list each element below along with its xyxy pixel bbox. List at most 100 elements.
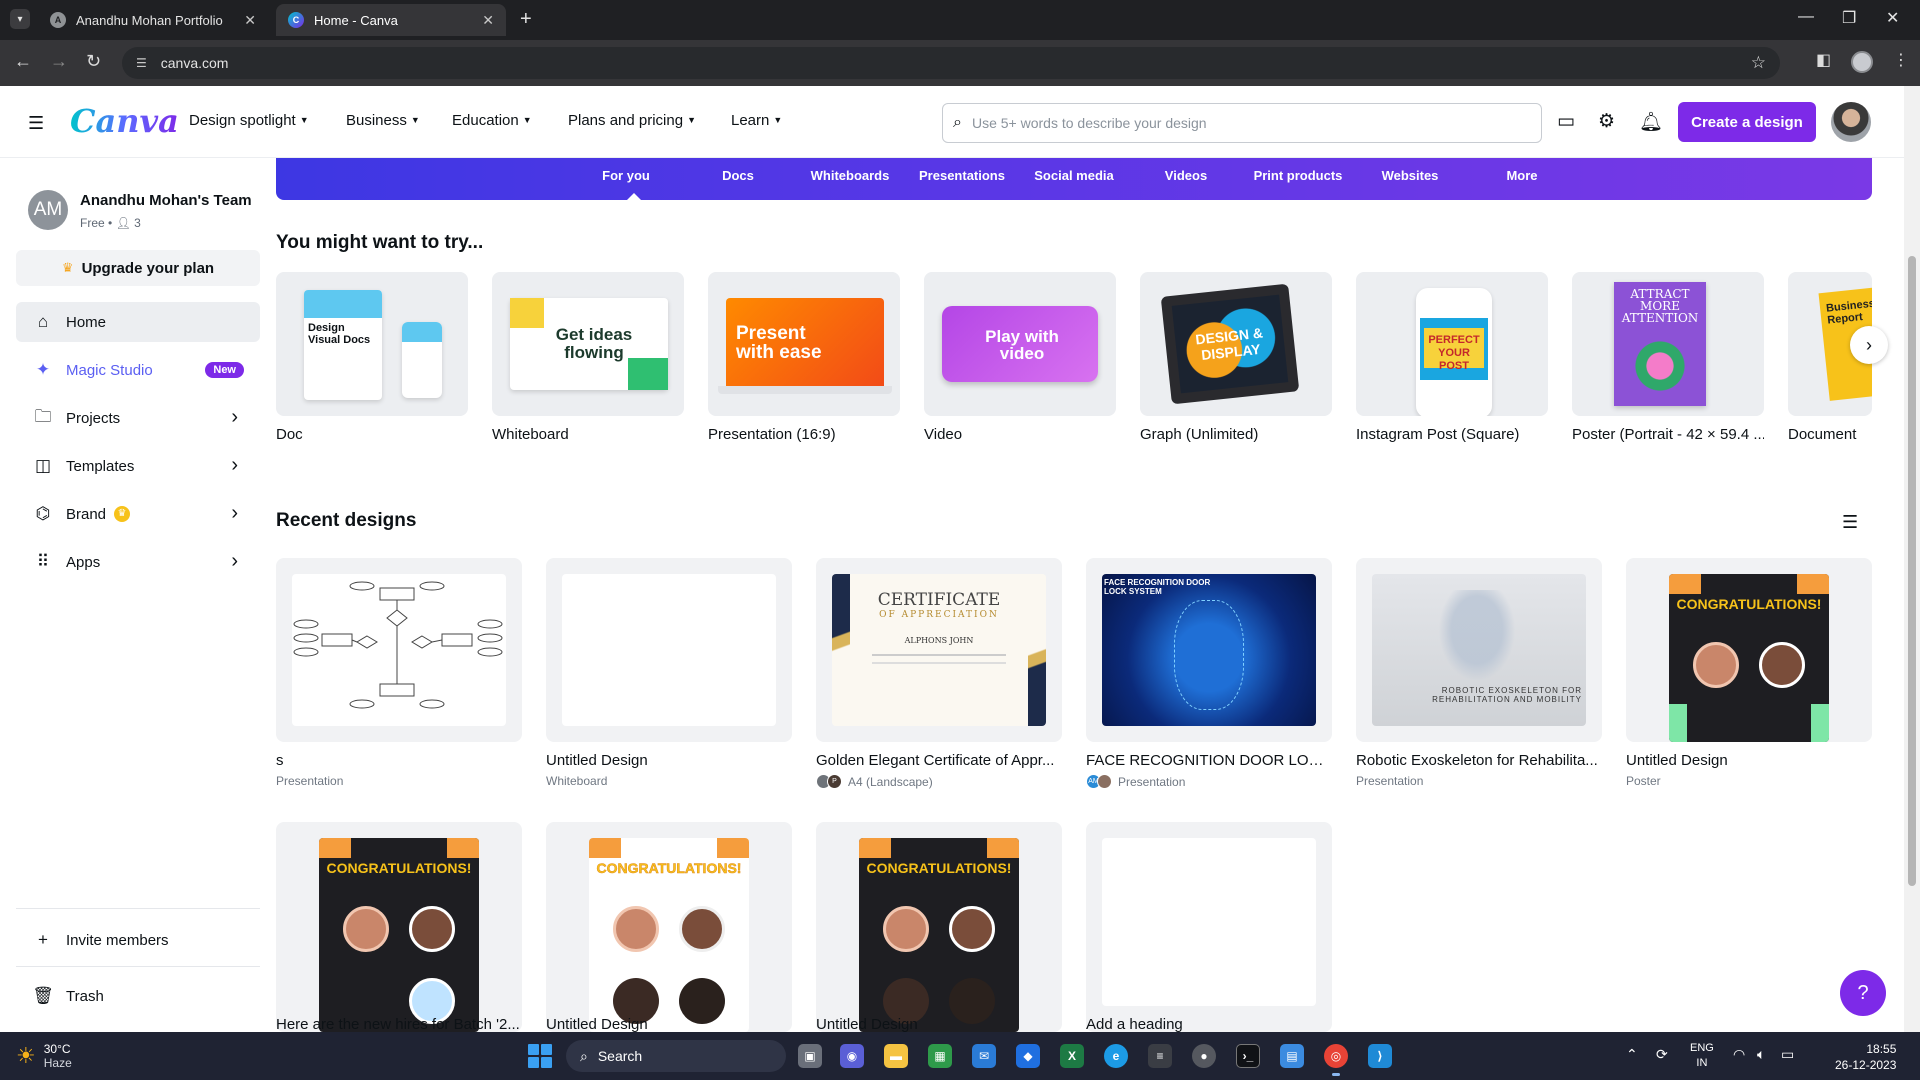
menu-icon[interactable]: ☰ (28, 113, 44, 134)
try-label-video[interactable]: Video (924, 426, 1116, 443)
desktop-app-icon[interactable]: ▭ (1557, 110, 1575, 133)
design-search-input[interactable] (971, 115, 1492, 131)
sidebar-item-apps[interactable]: ⠿ Apps › (16, 542, 260, 582)
nav-business[interactable]: Business ▼ (346, 112, 420, 129)
terminal-icon[interactable]: ›_ (1236, 1044, 1260, 1068)
terminal-lines-icon[interactable]: ≡ (1148, 1044, 1172, 1068)
try-label-graph[interactable]: Graph (Unlimited) (1140, 426, 1332, 443)
design-title[interactable]: s (276, 752, 522, 769)
design-card[interactable] (1086, 822, 1332, 1032)
tab-print-products[interactable]: Print products (1254, 168, 1343, 183)
task-view-icon[interactable]: ▣ (798, 1044, 822, 1068)
battery-icon[interactable]: ▭ (1781, 1046, 1794, 1063)
window-close-icon[interactable]: ✕ (1886, 8, 1899, 28)
design-card[interactable]: FACE RECOGNITION DOOR LOCK SYSTEM (1086, 558, 1332, 742)
mail-icon[interactable]: ✉ (972, 1044, 996, 1068)
invite-members-button[interactable]: + Invite members (16, 920, 260, 960)
design-title[interactable]: FACE RECOGNITION DOOR LOCK S... (1086, 752, 1332, 769)
reload-icon[interactable]: ↻ (86, 51, 101, 72)
carousel-next-arrow-icon[interactable]: › (1850, 326, 1888, 364)
try-label-doc[interactable]: Doc (276, 426, 468, 443)
design-card[interactable]: CONGRATULATIONS! (1626, 558, 1872, 742)
design-title[interactable]: Robotic Exoskeleton for Rehabilita... (1356, 752, 1602, 769)
team-avatar[interactable]: AM (28, 190, 68, 230)
browser-tab-portfolio[interactable]: A Anandhu Mohan Portfolio ✕ (38, 4, 268, 36)
chrome-icon[interactable]: ◎ (1324, 1044, 1348, 1076)
restore-icon[interactable]: ❐ (1842, 8, 1856, 28)
tab-social-media[interactable]: Social media (1034, 168, 1113, 183)
design-title[interactable]: Untitled Design (816, 1016, 1062, 1032)
upgrade-plan-button[interactable]: ♛ Upgrade your plan (16, 250, 260, 286)
try-label-instagram[interactable]: Instagram Post (Square) (1356, 426, 1548, 443)
trash-button[interactable]: 🗑︎ Trash (16, 976, 260, 1016)
design-card[interactable] (276, 558, 522, 742)
try-card-doc[interactable]: Design Visual Docs (276, 272, 468, 416)
sync-icon[interactable]: ⟳ (1656, 1046, 1668, 1063)
nav-design-spotlight[interactable]: Design spotlight ▼ (189, 112, 309, 129)
close-tab-icon[interactable]: ✕ (482, 12, 494, 29)
try-card-instagram[interactable]: PERFECT YOUR POST (1356, 272, 1548, 416)
try-card-poster[interactable]: ATTRACT MORE ATTENTION (1572, 272, 1764, 416)
tab-docs[interactable]: Docs (722, 168, 754, 183)
notepad-icon[interactable]: ▤ (1280, 1044, 1304, 1068)
address-bar[interactable]: ☰ canva.com ☆ (122, 47, 1780, 79)
try-card-graph[interactable]: DESIGN & DISPLAY (1140, 272, 1332, 416)
design-title[interactable]: Add a heading (1086, 1016, 1332, 1032)
store-icon[interactable]: ◆ (1016, 1044, 1040, 1068)
list-view-icon[interactable]: ☰ (1842, 512, 1858, 533)
design-card[interactable]: CONGRATULATIONS! (816, 822, 1062, 1032)
design-title[interactable]: Golden Elegant Certificate of Appr... (816, 752, 1062, 769)
sidebar-item-brand[interactable]: ⌬ Brand ♛ › (16, 494, 260, 534)
system-clock[interactable]: 18:55 26-12-2023 (1835, 1041, 1896, 1073)
design-card[interactable]: ROBOTIC EXOSKELETON FOR REHABILITATION A… (1356, 558, 1602, 742)
nav-learn[interactable]: Learn ▼ (731, 112, 782, 129)
try-label-poster[interactable]: Poster (Portrait - 42 × 59.4 ... (1572, 426, 1764, 443)
obs-icon[interactable]: ● (1192, 1044, 1216, 1068)
wifi-icon[interactable]: ◠ (1733, 1046, 1745, 1063)
browser-menu-icon[interactable]: ⋮ (1893, 50, 1909, 70)
design-card[interactable]: CERTIFICATE OF APPRECIATION ALPHONS JOHN (816, 558, 1062, 742)
new-tab-button[interactable]: + (520, 8, 532, 31)
edge-browser-icon[interactable]: e (1104, 1044, 1128, 1068)
create-design-button[interactable]: Create a design (1678, 102, 1816, 142)
weather-widget[interactable]: ☀ 30°C Haze (16, 1042, 72, 1070)
help-button[interactable]: ? (1840, 970, 1886, 1016)
side-panel-icon[interactable]: ◧ (1816, 50, 1831, 70)
team-name[interactable]: Anandhu Mohan's Team (80, 192, 252, 209)
forward-icon[interactable]: → (50, 51, 68, 72)
spreadsheet-app-icon[interactable]: ▦ (928, 1044, 952, 1068)
volume-icon[interactable]: 🔈︎ (1757, 1046, 1765, 1063)
design-title[interactable]: Here are the new hires for Batch '2... (276, 1016, 522, 1032)
design-card[interactable]: CONGRATULATIONS! (276, 822, 522, 1032)
design-title[interactable]: Untitled Design (546, 1016, 792, 1032)
design-search-box[interactable]: ⌕ (942, 103, 1542, 143)
try-card-whiteboard[interactable]: Get ideas flowing (492, 272, 684, 416)
nav-plans-and-pricing[interactable]: Plans and pricing ▼ (568, 112, 696, 129)
close-tab-icon[interactable]: ✕ (244, 12, 256, 29)
try-label-presentation[interactable]: Presentation (16:9) (708, 426, 900, 443)
file-explorer-icon[interactable]: ▬ (884, 1044, 908, 1068)
browser-profile-avatar[interactable] (1851, 51, 1873, 73)
tab-for-you[interactable]: For you (602, 168, 650, 183)
page-scrollbar[interactable] (1904, 86, 1920, 1032)
nav-education[interactable]: Education ▼ (452, 112, 532, 129)
design-card[interactable]: CONGRATULATIONS! (546, 822, 792, 1032)
back-icon[interactable]: ← (14, 51, 32, 72)
tab-more[interactable]: More (1506, 168, 1537, 183)
tab-search-icon[interactable]: ▾ (10, 9, 30, 29)
design-card[interactable] (546, 558, 792, 742)
sidebar-item-home[interactable]: ⌂ Home (16, 302, 260, 342)
tab-whiteboards[interactable]: Whiteboards (811, 168, 890, 183)
design-title[interactable]: Untitled Design (1626, 752, 1872, 769)
sidebar-item-templates[interactable]: ◫ Templates › (16, 446, 260, 486)
notifications-bell-icon[interactable]: 🔔︎ (1639, 110, 1663, 134)
canva-logo[interactable]: Canva (70, 102, 179, 140)
excel-icon[interactable]: X (1060, 1044, 1084, 1068)
language-indicator[interactable]: ENG IN (1690, 1041, 1714, 1071)
bookmark-star-icon[interactable]: ☆ (1751, 53, 1766, 73)
taskbar-search[interactable]: ⌕ Search (566, 1040, 786, 1072)
design-title[interactable]: Untitled Design (546, 752, 792, 769)
tab-presentations[interactable]: Presentations (919, 168, 1005, 183)
user-avatar[interactable] (1831, 102, 1871, 142)
sidebar-item-magic-studio[interactable]: ✦ Magic Studio New (16, 350, 260, 390)
